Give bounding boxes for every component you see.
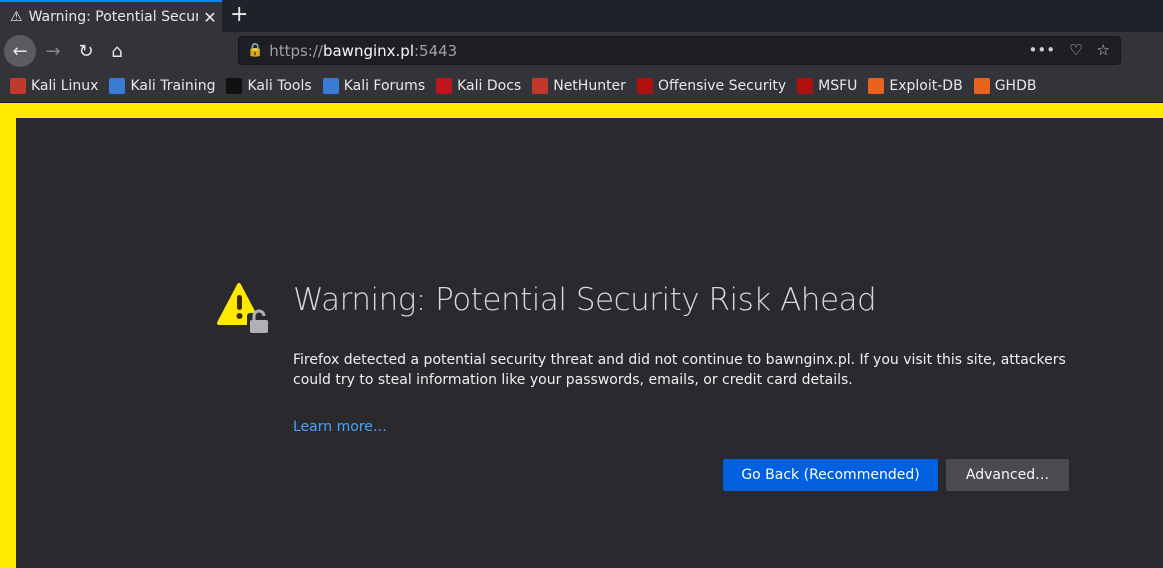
bookmark-item[interactable]: MSFU [797,78,857,94]
bookmark-item[interactable]: NetHunter [532,78,626,94]
error-description: Firefox detected a potential security th… [293,352,1066,388]
back-button[interactable]: ← [4,35,36,67]
bookmark-item[interactable]: Exploit-DB [868,78,963,94]
bookmark-favicon-icon [436,78,453,94]
bookmark-item[interactable]: Kali Docs [436,78,521,94]
learn-more-link[interactable]: Learn more… [293,419,387,435]
tab-title: Warning: Potential Security Risk Ahead [28,9,198,25]
bookmark-favicon-icon [109,78,126,94]
warning-border-top [0,103,1163,118]
bookmark-star-icon[interactable]: ☆ [1097,41,1110,59]
bookmark-favicon-icon [636,78,653,94]
warning-icon: ⚠ [10,9,23,25]
bookmark-favicon-icon [868,78,885,94]
bookmark-label: Kali Forums [343,78,426,94]
home-button[interactable]: ⌂ [102,36,132,66]
bookmark-label: NetHunter [553,78,626,94]
page-actions-icon[interactable]: ••• [1029,41,1056,59]
tab-active[interactable]: ⚠ Warning: Potential Security Risk Ahead… [0,0,222,32]
bookmark-label: Exploit-DB [889,78,963,94]
bookmark-label: Kali Docs [457,78,522,94]
bookmark-label: GHDB [994,78,1037,94]
bookmark-label: Kali Linux [31,78,99,94]
bookmark-label: Offensive Security [657,78,787,94]
bookmark-favicon-icon [226,78,243,94]
nav-bar: ← → ↻ ⌂ 🔒 https://bawnginx.pl:5443 ••• ♡… [0,32,1163,70]
reload-button[interactable]: ↻ [71,36,101,66]
close-tab-icon[interactable]: ✕ [198,8,222,27]
page-title: Warning: Potential Security Risk Ahead [293,282,877,318]
bookmark-item[interactable]: Kali Linux [10,78,98,94]
url-port: :5443 [414,41,458,60]
bookmark-favicon-icon [532,78,549,94]
warning-border-left [0,103,16,568]
bookmark-label: Kali Training [130,78,216,94]
bookmark-item[interactable]: Offensive Security [636,78,787,94]
bookmark-item[interactable]: Kali Training [109,78,215,94]
bookmark-favicon-icon [797,78,814,94]
new-tab-button[interactable]: + [230,2,248,27]
bookmark-label: Kali Tools [247,78,312,94]
bookmark-item[interactable]: GHDB [973,78,1037,94]
advanced-button[interactable]: Advanced… [946,459,1069,491]
url-scheme: https:// [269,41,323,60]
pocket-icon[interactable]: ♡ [1069,41,1082,59]
bookmark-item[interactable]: Kali Tools [226,78,312,94]
insecure-lock-icon[interactable]: 🔒 [247,43,263,58]
forward-button[interactable]: → [38,36,68,66]
go-back-button[interactable]: Go Back (Recommended) [723,459,938,491]
url-bar[interactable]: 🔒 https://bawnginx.pl:5443 ••• ♡ ☆ [238,36,1121,65]
tab-bar: ⚠ Warning: Potential Security Risk Ahead… [0,0,1163,32]
warning-lock-icon [217,283,271,333]
bookmarks-toolbar: Kali Linux Kali Training Kali Tools Kali Fo… [0,70,1163,103]
bookmark-favicon-icon [10,78,26,94]
bookmark-favicon-icon [973,78,990,94]
url-host: bawnginx.pl [322,41,414,60]
bookmark-item[interactable]: Kali Forums [322,78,426,94]
bookmark-favicon-icon [322,78,339,94]
bookmark-label: MSFU [818,78,858,94]
